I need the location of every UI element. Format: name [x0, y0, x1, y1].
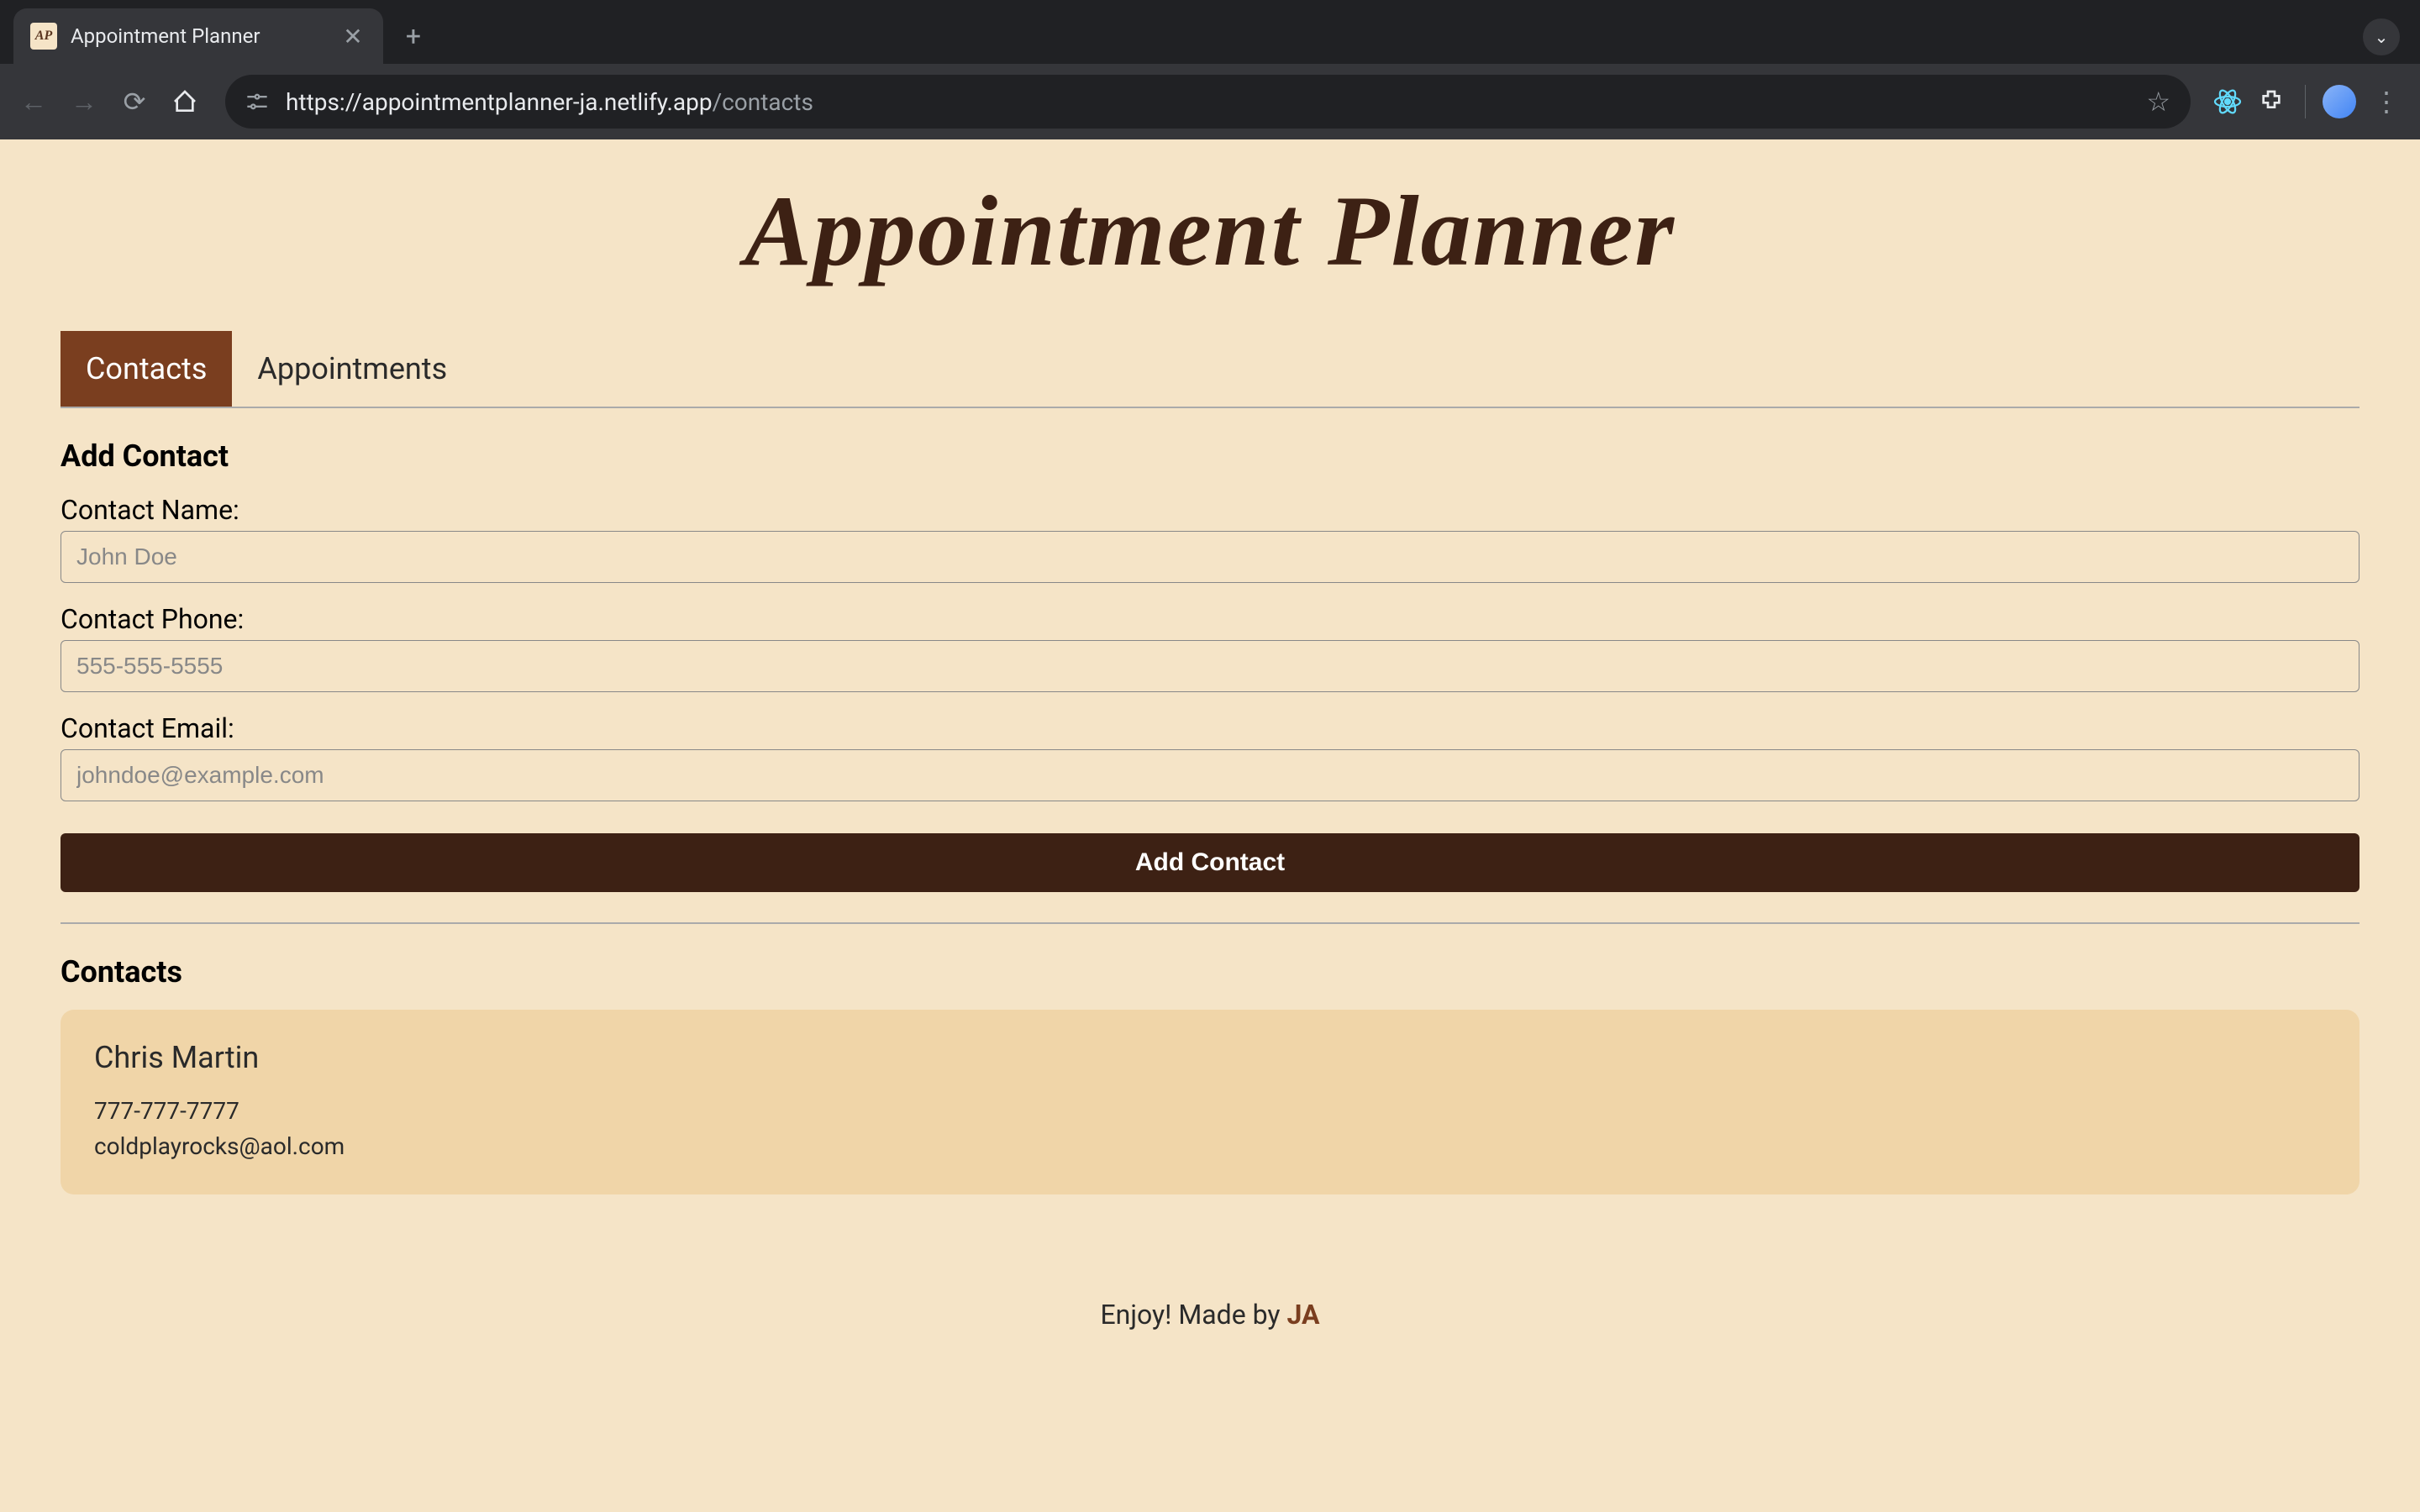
close-tab-icon[interactable]: ✕	[339, 23, 366, 50]
favicon: AP	[30, 23, 57, 50]
tab-contacts[interactable]: Contacts	[60, 331, 232, 407]
add-contact-heading: Add Contact	[60, 438, 2360, 474]
browser-tab[interactable]: AP Appointment Planner ✕	[13, 8, 383, 64]
react-devtools-icon[interactable]	[2211, 85, 2244, 118]
tabs-dropdown-icon[interactable]: ⌄	[2363, 18, 2400, 55]
page-title: Appointment Planner	[60, 139, 2360, 331]
browser-chrome: AP Appointment Planner ✕ + ⌄ ← → ⟳	[0, 0, 2420, 139]
footer-author-link[interactable]: JA	[1287, 1299, 1320, 1331]
profile-avatar[interactable]	[2323, 85, 2356, 118]
contact-name-label: Contact Name:	[60, 494, 2360, 526]
site-settings-icon[interactable]	[245, 90, 269, 113]
bookmark-star-icon[interactable]: ☆	[2146, 86, 2170, 118]
nav-tabs: Contacts Appointments	[60, 331, 2360, 408]
extensions-icon[interactable]	[2254, 85, 2288, 118]
browser-menu-icon[interactable]: ⋮	[2366, 81, 2407, 122]
back-button[interactable]: ←	[13, 81, 54, 122]
tab-appointments[interactable]: Appointments	[232, 331, 472, 407]
url-text: https://appointmentplanner-ja.netlify.ap…	[286, 88, 2129, 116]
contact-email-label: Contact Email:	[60, 712, 2360, 744]
contact-name-input[interactable]	[60, 531, 2360, 583]
reload-button[interactable]: ⟳	[114, 81, 155, 122]
new-tab-button[interactable]: +	[397, 19, 430, 53]
tab-bar: AP Appointment Planner ✕ + ⌄	[0, 0, 2420, 64]
address-bar[interactable]: https://appointmentplanner-ja.netlify.ap…	[225, 75, 2191, 129]
contact-card: Chris Martin 777-777-7777 coldplayrocks@…	[60, 1010, 2360, 1194]
contact-phone-label: Contact Phone:	[60, 603, 2360, 635]
section-divider	[60, 922, 2360, 924]
home-button[interactable]	[165, 81, 205, 122]
contact-card-name: Chris Martin	[94, 1040, 2326, 1075]
tab-title: Appointment Planner	[71, 24, 326, 48]
footer: Enjoy! Made by JA	[60, 1215, 2360, 1347]
add-contact-button[interactable]: Add Contact	[60, 833, 2360, 892]
contacts-heading: Contacts	[60, 954, 2360, 990]
page-content: Appointment Planner Contacts Appointment…	[0, 139, 2420, 1512]
contact-phone-input[interactable]	[60, 640, 2360, 692]
contact-card-phone: 777-777-7777	[94, 1094, 2326, 1129]
footer-text: Enjoy! Made by	[1100, 1299, 1286, 1331]
contact-email-input[interactable]	[60, 749, 2360, 801]
forward-button[interactable]: →	[64, 81, 104, 122]
toolbar-divider	[2305, 85, 2306, 118]
contact-card-email: coldplayrocks@aol.com	[94, 1129, 2326, 1164]
browser-toolbar: ← → ⟳ https://appointmentplanner-ja.netl…	[0, 64, 2420, 139]
